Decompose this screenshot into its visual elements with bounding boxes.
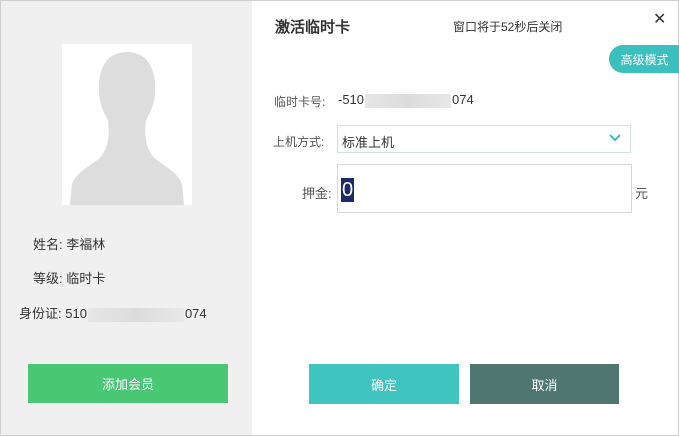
member-name: 李福林 bbox=[66, 237, 106, 252]
advanced-mode-button[interactable]: 高级模式 bbox=[609, 45, 679, 73]
id-suffix: 074 bbox=[184, 306, 207, 321]
add-member-button[interactable]: 添加会员 bbox=[28, 364, 228, 403]
mode-select[interactable]: 标准上机 bbox=[337, 125, 631, 153]
chevron-down-icon bbox=[609, 134, 621, 142]
deposit-unit: 元 bbox=[635, 186, 649, 201]
member-level-row: 等级: 临时卡 bbox=[33, 268, 105, 287]
member-level: 临时卡 bbox=[66, 271, 106, 286]
avatar-placeholder-icon bbox=[70, 52, 184, 205]
member-name-row: 姓名: 李福林 bbox=[33, 234, 105, 253]
deposit-value: 0 bbox=[341, 178, 355, 202]
id-redaction bbox=[87, 307, 184, 322]
dialog-title: 激活临时卡 bbox=[275, 19, 351, 36]
card-suffix: 074 bbox=[452, 92, 474, 107]
deposit-input[interactable]: 0 bbox=[337, 164, 632, 213]
close-icon[interactable]: ✕ bbox=[653, 9, 666, 29]
avatar bbox=[62, 44, 192, 205]
member-id-row: 身份证: 510 074 bbox=[19, 303, 207, 322]
cancel-button[interactable]: 取消 bbox=[470, 364, 619, 404]
card-number-value: -510 074 bbox=[338, 92, 474, 108]
id-label: 身份证: bbox=[19, 306, 62, 321]
name-label: 姓名: bbox=[33, 237, 63, 252]
mode-label: 上机方式: bbox=[273, 135, 325, 149]
id-prefix: 510 bbox=[65, 306, 87, 321]
level-label: 等级: bbox=[33, 271, 63, 286]
mode-selected-value: 标准上机 bbox=[342, 135, 395, 150]
confirm-button[interactable]: 确定 bbox=[309, 364, 459, 404]
card-number-label: 临时卡号: bbox=[274, 95, 326, 109]
card-prefix: -510 bbox=[338, 92, 365, 107]
auto-close-countdown: 窗口将于52秒后关闭 bbox=[453, 20, 563, 34]
card-redaction bbox=[365, 93, 452, 108]
activate-temp-card-dialog: 姓名: 李福林 等级: 临时卡 身份证: 510 074 添加会员 激活临时卡 窗… bbox=[0, 0, 679, 436]
deposit-label: 押金: bbox=[302, 186, 332, 201]
member-info-panel: 姓名: 李福林 等级: 临时卡 身份证: 510 074 添加会员 bbox=[1, 1, 252, 435]
